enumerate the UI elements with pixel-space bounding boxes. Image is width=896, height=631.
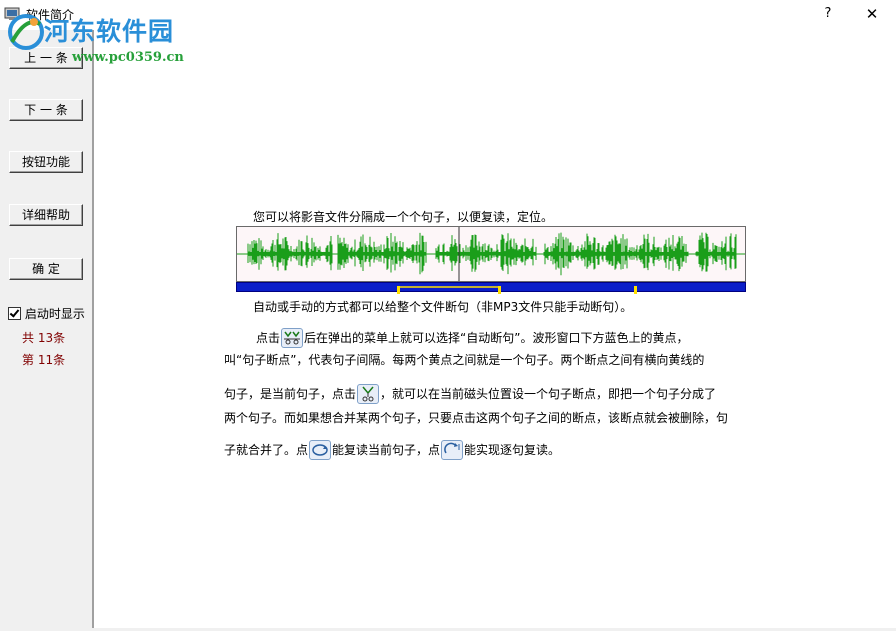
detailed-help-button[interactable]: 详细帮助 xyxy=(9,204,83,226)
text-segment: 能实现逐句复读。 xyxy=(464,443,561,457)
prev-item-button[interactable]: 上 一 条 xyxy=(9,47,83,69)
button-features-button[interactable]: 按钮功能 xyxy=(9,151,83,173)
window-title: 软件简介 xyxy=(26,8,75,22)
waveform-graphic xyxy=(237,227,745,281)
paragraph-line-3: 句子，是当前句子，点击 ，就可以在当前磁头位置设一个句子断点，即把一个句子分成了 xyxy=(224,384,716,404)
breakpoint-marker xyxy=(634,286,637,294)
startup-checkbox-row[interactable]: 启动时显示 xyxy=(8,305,85,322)
next-item-button[interactable]: 下 一 条 xyxy=(9,99,83,121)
breakpoint-marker xyxy=(498,286,501,294)
intro-line: 您可以将影音文件分隔成一个个句子，以便复读，定位。 xyxy=(253,210,554,224)
text-segment: ，就可以在当前磁头位置设一个句子断点，即把一个句子分成了 xyxy=(380,387,717,401)
paragraph-line-4: 两个句子。而如果想合并某两个句子，只要点击这两个句子之间的断点，该断点就会被删除… xyxy=(224,411,729,425)
sentence-bar xyxy=(236,282,746,294)
text-segment: 能复读当前句子，点 xyxy=(332,443,441,457)
paragraph-line-5: 子就合并了。点 能复读当前句子，点 能实现逐句复读。 xyxy=(224,440,560,460)
sentence-breakpoints xyxy=(397,286,637,294)
ok-button[interactable]: 确 定 xyxy=(9,258,83,280)
breakpoint-marker xyxy=(397,286,400,294)
auto-split-icon xyxy=(281,328,304,348)
set-breakpoint-icon xyxy=(357,384,380,404)
waveform-window xyxy=(236,226,746,282)
text-segment: 后在弹出的菜单上就可以选择“自动断句”。波形窗口下方蓝色上的黄点， xyxy=(304,331,689,345)
startup-checkbox[interactable] xyxy=(8,307,21,320)
current-index: 第 11条 xyxy=(22,353,66,367)
close-button[interactable]: ✕ xyxy=(860,4,884,24)
auto-manual-line: 自动或手动的方式都可以给整个文件断句（非MP3文件只能手动断句）。 xyxy=(253,300,633,314)
sentence-by-sentence-icon xyxy=(441,440,464,460)
text-segment: 句子，是当前句子，点击 xyxy=(224,387,357,401)
text-segment: 点击 xyxy=(256,331,281,345)
startup-label: 启动时显示 xyxy=(24,307,85,321)
repeat-sentence-icon xyxy=(309,440,332,460)
help-button[interactable]: ? xyxy=(818,4,838,24)
text-segment: 子就合并了。点 xyxy=(224,443,309,457)
total-count: 共 13条 xyxy=(22,331,66,345)
content-pane: 您可以将影音文件分隔成一个个句子，以便复读，定位。 自动或手动的方式都可以给整个… xyxy=(96,30,896,631)
paragraph-line-2: 叫“句子断点”，代表句子间隔。每两个黄点之间就是一个句子。两个断点之间有横向黄线… xyxy=(224,353,705,367)
app-icon xyxy=(4,6,20,22)
title-bar: 软件简介 ? ✕ xyxy=(0,0,896,30)
paragraph-line-1: 点击 后在弹出的菜单上就可以选择“自动断句”。波形窗口下方蓝色上的黄点， xyxy=(256,328,688,348)
sidebar: 上 一 条 下 一 条 按钮功能 详细帮助 确 定 启动时显示 共 13条 第 … xyxy=(0,30,94,631)
